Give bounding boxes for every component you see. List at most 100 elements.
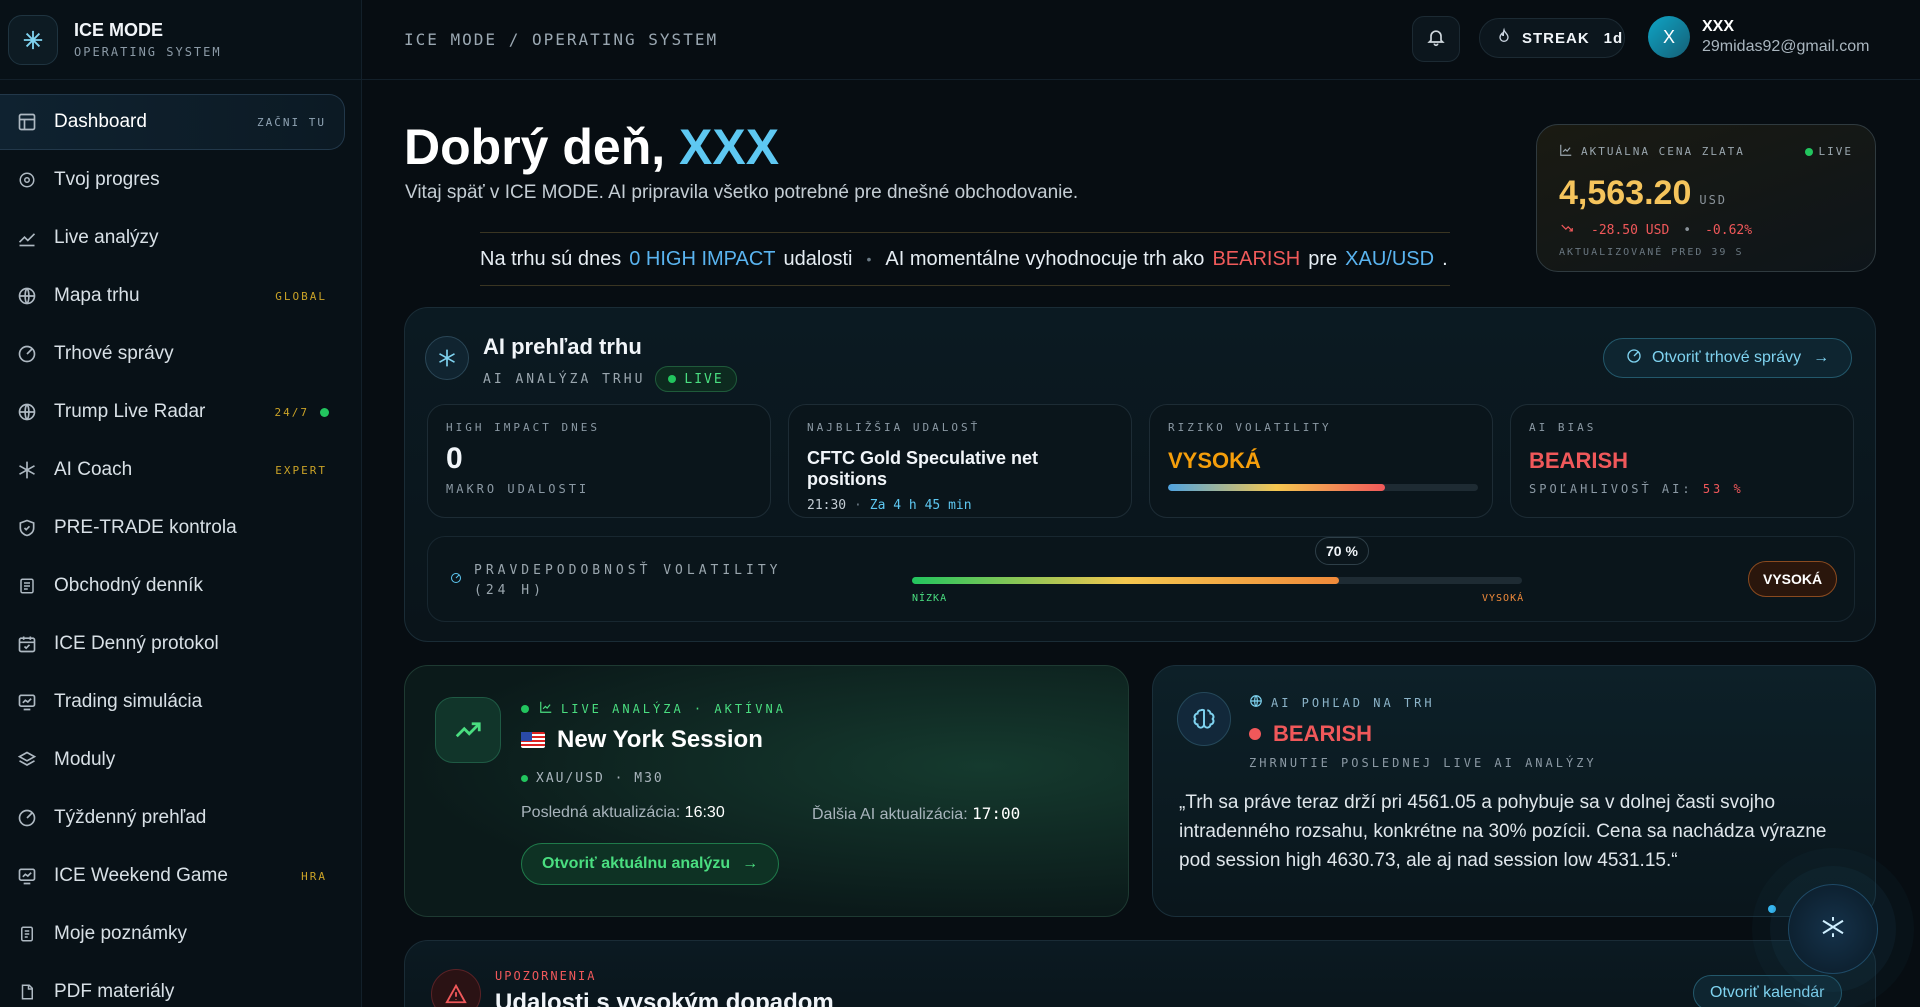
brand: ICE MODE OPERATING SYSTEM (0, 0, 361, 80)
open-news-button[interactable]: Otvoriť trhové správy → (1603, 338, 1853, 378)
sidebar-item-trhove-spravy[interactable]: Trhové správy (0, 326, 345, 382)
page-title: Dobrý deň, XXX (404, 118, 779, 176)
sidebar-item-mapa-trhu[interactable]: Mapa trhu GLOBAL (0, 268, 345, 324)
sidebar-item-label: ICE Weekend Game (54, 865, 228, 886)
ai-overview-title: AI prehľad trhu (483, 334, 642, 359)
dashboard-icon (16, 111, 38, 133)
open-analysis-button[interactable]: Otvoriť aktuálnu analýzu → (521, 843, 780, 885)
volatility-risk-value: VYSOKÁ (1168, 448, 1261, 473)
sidebar-item-label: Trhové správy (54, 343, 174, 364)
next-event-card[interactable]: NAJBLIŽŠIA UDALOSŤ CFTC Gold Speculative… (788, 404, 1132, 518)
gold-change: -28.50 USD • -0.62% (1559, 221, 1853, 239)
streak-label: STREAK (1522, 29, 1590, 47)
session-pair-text: XAU/USD · M30 (536, 771, 664, 786)
volatility-probability: PRAVDEPODOBNOSŤ VOLATILITY (24 H) 70 % N… (427, 536, 1855, 622)
alerts-tag: UPOZORNENIA (495, 969, 597, 983)
ticker-pair: XAU/USD (1345, 247, 1435, 270)
probability-percent: 70 % (1315, 537, 1369, 565)
ticker-text: pre (1308, 247, 1338, 270)
session-title-text: New York Session (557, 726, 763, 753)
ticker-separator: • (866, 251, 872, 267)
chart-icon (1559, 143, 1573, 160)
trending-up-icon (435, 697, 501, 763)
notifications-button[interactable] (1412, 16, 1460, 62)
next-event-name: CFTC Gold Speculative net positions (807, 448, 1039, 489)
sidebar-item-pdf[interactable]: PDF materiály (0, 964, 345, 1007)
sidebar-item-trump-radar[interactable]: Trump Live Radar 24/7 (0, 384, 345, 440)
sidebar-item-pre-trade[interactable]: PRE-TRADE kontrola (0, 500, 345, 556)
ai-overview-subtitle-text: AI ANALÝZA TRHU (483, 371, 646, 387)
streak-value: 1d (1603, 29, 1624, 47)
ai-bias-value: BEARISH (1529, 448, 1629, 473)
last-update-label: Posledná aktualizácia: (521, 804, 681, 821)
live-label: LIVE (1818, 145, 1853, 158)
sidebar-item-poznamky[interactable]: Moje poznámky (0, 906, 345, 962)
bell-icon (1426, 27, 1446, 52)
arrow-right-icon: → (742, 855, 759, 872)
greeting-prefix: Dobrý deň, (404, 119, 666, 175)
sidebar: ICE MODE OPERATING SYSTEM Dashboard ZAČN… (0, 0, 362, 1007)
nav-badge: GLOBAL (275, 289, 327, 303)
sidebar-item-label: AI Coach (54, 459, 133, 480)
last-update-value: 16:30 (684, 804, 725, 821)
sidebar-item-denny-protokol[interactable]: ICE Denný protokol (0, 616, 345, 672)
sidebar-item-label: Obchodný denník (54, 575, 203, 596)
prob-label-line: PRAVDEPODOBNOSŤ VOLATILITY (474, 563, 782, 578)
open-calendar-button[interactable]: Otvoriť kalendár (1693, 975, 1842, 1007)
volatility-risk-fill (1168, 484, 1385, 491)
warning-icon (431, 969, 481, 1007)
sidebar-item-tyzdenny-prehlad[interactable]: Týždenný prehľad (0, 790, 345, 846)
ai-assistant-button[interactable] (1788, 884, 1878, 974)
us-flag-icon (521, 732, 545, 748)
ai-overview-panel: AI prehľad trhu AI ANALÝZA TRHU LIVE Otv… (404, 307, 1876, 642)
arrow-right-icon: → (1813, 349, 1830, 366)
stat-foot: MAKRO UDALOSTI (446, 482, 590, 496)
volatility-risk-bar (1168, 484, 1478, 491)
ticker-text: udalosti (783, 247, 853, 270)
sidebar-item-label: Tvoj progres (54, 169, 160, 190)
gold-price-card[interactable]: AKTUÁLNA CENA ZLATA LIVE 4,563.20 USD -28… (1536, 124, 1876, 272)
sidebar-item-dashboard[interactable]: Dashboard ZAČNI TU (0, 94, 345, 150)
sidebar-item-moduly[interactable]: Moduly (0, 732, 345, 788)
topbar: ICE MODE / OPERATING SYSTEM STREAK 1d X … (362, 0, 1920, 80)
sidebar-item-label: Týždenný prehľad (54, 807, 207, 828)
layers-icon (16, 749, 38, 771)
open-calendar-label: Otvoriť kalendár (1710, 984, 1825, 1001)
snowflake-icon (16, 459, 38, 481)
ticker-end: . (1442, 247, 1448, 270)
journal-icon (16, 575, 38, 597)
sidebar-item-weekend-game[interactable]: ICE Weekend Game HRA (0, 848, 345, 904)
stat-label: NAJBLIŽŠIA UDALOSŤ (807, 421, 981, 434)
live-badge: LIVE (655, 366, 737, 392)
brand-subtitle: OPERATING SYSTEM (74, 45, 222, 59)
streak-badge[interactable]: STREAK 1d (1479, 18, 1625, 58)
avatar[interactable]: X (1648, 16, 1690, 58)
snowflake-icon[interactable] (8, 14, 58, 65)
ai-reliability: SPOĽAHLIVOSŤ AI: 53 % (1529, 482, 1835, 496)
sidebar-item-progres[interactable]: Tvoj progres (0, 152, 345, 208)
ai-view-bias: BEARISH (1249, 721, 1372, 747)
sidebar-item-simulacia[interactable]: Trading simulácia (0, 674, 345, 730)
sidebar-item-ai-coach[interactable]: AI Coach EXPERT (0, 442, 345, 498)
alerts-panel: UPOZORNENIA Udalosti s vysokým dopadom O… (404, 940, 1876, 1007)
nav-badge: HRA (301, 869, 327, 883)
sidebar-item-label: ICE Denný protokol (54, 633, 219, 654)
sidebar-item-label: Dashboard (54, 111, 147, 132)
sidebar-item-label: Live analýzy (54, 227, 159, 248)
flame-icon (1496, 27, 1512, 49)
user-info[interactable]: XXX 29midas92@gmail.com (1702, 18, 1869, 56)
snowflake-icon (425, 336, 469, 380)
ai-view-bias-text: BEARISH (1273, 721, 1373, 746)
calendar-icon (16, 633, 38, 655)
ai-overview-subtitle: AI ANALÝZA TRHU LIVE (483, 366, 737, 392)
prob-label-line: (24 H) (474, 583, 545, 598)
sidebar-item-label: Moduly (54, 749, 116, 770)
probability-bar (912, 577, 1522, 584)
user-email: 29midas92@gmail.com (1702, 38, 1870, 55)
brain-icon (1177, 692, 1231, 746)
sidebar-item-dennik[interactable]: Obchodný denník (0, 558, 345, 614)
globe-icon (16, 401, 38, 423)
snowflake-icon (1818, 912, 1848, 947)
gold-price: 4,563.20 USD (1559, 174, 1853, 213)
sidebar-item-live-analyzy[interactable]: Live analýzy (0, 210, 345, 266)
